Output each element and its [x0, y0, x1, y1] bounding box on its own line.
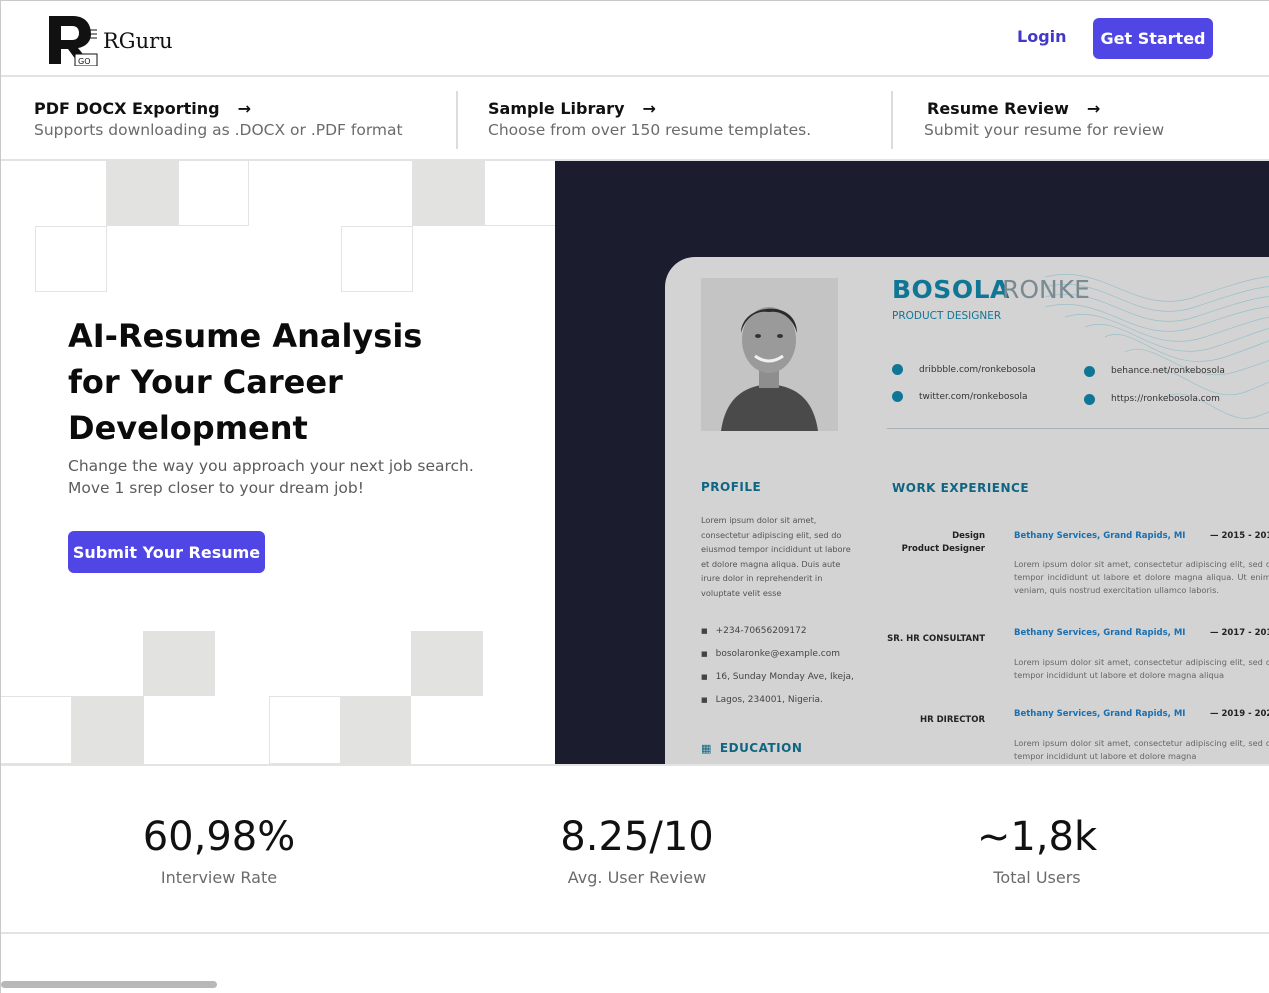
job-dates: 2015 - 2016 [1210, 531, 1269, 541]
resume-divider [887, 428, 1269, 429]
resume-role: PRODUCT DESIGNER [892, 310, 1002, 322]
resume-link: behance.net/ronkebosola [1111, 366, 1225, 376]
decor-tile [341, 226, 413, 292]
get-started-button[interactable]: Get Started [1093, 18, 1213, 59]
decor-tile [1, 696, 72, 764]
resume-profile-text: Lorem ipsum dolor sit amet, consectetur … [701, 515, 851, 598]
arrow-right-icon: → [1086, 99, 1101, 118]
feature-divider [891, 91, 893, 149]
decor-tile [411, 631, 483, 696]
decor-tile [106, 161, 178, 226]
hero-subtitle: Change the way you approach your next jo… [68, 455, 508, 499]
stat-value: 8.25/10 [560, 814, 714, 860]
feature-description: Choose from over 150 resume templates. [488, 121, 812, 139]
hero-subtitle-line: Move 1 srep closer to your dream job! [68, 479, 364, 497]
feature-title: Resume Review [927, 99, 1069, 118]
resume-education-heading: ▦ EDUCATION [701, 741, 802, 755]
globe-icon [1084, 394, 1095, 405]
resume-phone: +234-70656209172 [701, 626, 807, 636]
job-dates: 2019 - 2020 [1210, 709, 1269, 719]
feature-title: PDF DOCX Exporting [34, 99, 220, 118]
logo-text: RGuru [103, 29, 173, 53]
job-title: SR. HR CONSULTANT [887, 634, 985, 644]
resume-link: https://ronkebosola.com [1111, 394, 1220, 404]
decor-tile [484, 161, 555, 226]
job-company: Bethany Services, Grand Rapids, MI [1014, 628, 1186, 638]
twitter-icon [892, 391, 903, 402]
decor-tile [143, 631, 215, 696]
hero-section: AI-Resume Analysis for Your Career Devel… [1, 161, 555, 764]
job-description: Lorem ipsum dolor sit amet, consectetur … [1014, 738, 1269, 761]
logo-mark-icon: GO [49, 16, 98, 66]
stats-section: 60,98% Interview Rate 8.25/10 Avg. User … [1, 764, 1269, 934]
feature-description: Submit your resume for review [924, 121, 1165, 139]
features-strip: PDF DOCX Exporting → Supports downloading… [1, 79, 1269, 161]
stat-label: Interview Rate [160, 868, 278, 887]
job-company: Bethany Services, Grand Rapids, MI [1014, 531, 1186, 541]
job-description: Lorem ipsum dolor sit amet, consectetur … [1014, 657, 1269, 680]
job-description: Lorem ipsum dolor sit amet, consectetur … [1014, 559, 1269, 595]
resume-link: twitter.com/ronkebosola [919, 392, 1028, 402]
feature-description: Supports downloading as .DOCX or .PDF fo… [34, 121, 403, 139]
feature-divider [456, 91, 458, 149]
resume-preview-panel: BOSOLA RONKE PRODUCT DESIGNER dribbble.c… [555, 161, 1269, 764]
rguru-logo[interactable]: GO RGuru [47, 14, 177, 66]
education-icon: ▦ [701, 742, 712, 755]
resume-preview-card: BOSOLA RONKE PRODUCT DESIGNER dribbble.c… [665, 257, 1269, 764]
arrow-right-icon: → [237, 99, 252, 118]
behance-icon [1084, 366, 1095, 377]
resume-address-line: 16, Sunday Monday Ave, Ikeja, [701, 672, 854, 682]
hero-subtitle-line: Change the way you approach your next jo… [68, 457, 474, 475]
login-link[interactable]: Login [1017, 27, 1067, 46]
dribbble-icon [892, 364, 903, 375]
hero-title: AI-Resume Analysis for Your Career Devel… [68, 313, 488, 451]
job-title-line: Product Designer [901, 544, 985, 554]
decor-tile [72, 696, 144, 764]
resume-first-name: BOSOLA [892, 275, 1010, 304]
arrow-right-icon: → [642, 99, 656, 118]
hero-title-line: Development [68, 409, 308, 447]
hero-title-line: AI-Resume Analysis [68, 317, 423, 355]
decor-tile [269, 696, 341, 764]
stat-label: Avg. User Review [567, 868, 707, 887]
job-title: HR DIRECTOR [920, 715, 985, 725]
job-title: Design Product Designer [885, 530, 985, 556]
decor-tile [341, 696, 411, 764]
stat-label: Total Users [993, 868, 1081, 887]
decor-tile [35, 226, 107, 292]
stat-value: 60,98% [142, 814, 296, 860]
resume-last-name: RONKE [1002, 275, 1090, 304]
submit-resume-button[interactable]: Submit Your Resume [68, 531, 265, 573]
resume-education-heading-text: EDUCATION [719, 741, 803, 755]
resume-link: dribbble.com/ronkebosola [919, 365, 1036, 375]
resume-profile-heading: PROFILE [701, 480, 762, 494]
job-dates: 2017 - 2019 [1210, 628, 1269, 638]
stat-value: ~1,8k [976, 814, 1098, 860]
resume-address-line: Lagos, 234001, Nigeria. [701, 695, 823, 705]
horizontal-scrollbar[interactable] [1, 981, 217, 988]
resume-email: bosolaronke@example.com [701, 649, 840, 659]
feature-title: Sample Library [488, 99, 625, 118]
hero-title-line: for Your Career [68, 363, 343, 401]
logo-sub-text: GO [78, 57, 91, 66]
decor-tile [178, 161, 249, 226]
job-company: Bethany Services, Grand Rapids, MI [1014, 709, 1186, 719]
resume-work-heading: WORK EXPERIENCE [892, 481, 1030, 495]
job-title-line: Design [952, 531, 985, 541]
decor-tile [412, 161, 484, 226]
top-navbar: GO RGuru Login Get Started [1, 1, 1269, 77]
profile-photo [701, 278, 838, 431]
